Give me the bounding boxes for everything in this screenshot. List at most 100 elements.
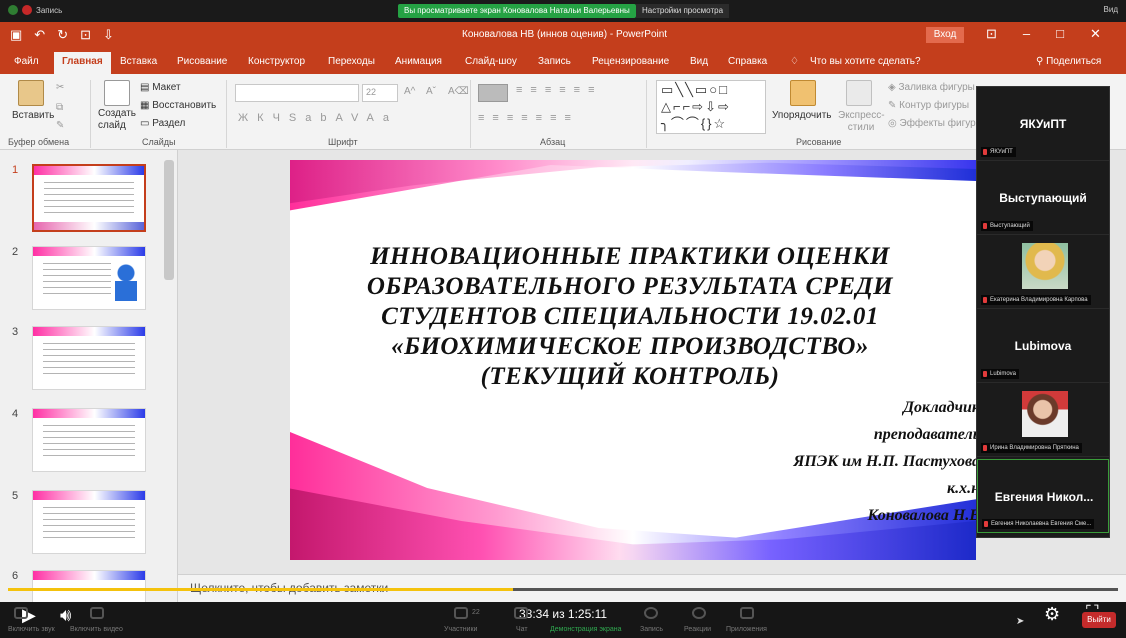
section-button[interactable]: ▭ Раздел [140,118,185,129]
save-icon[interactable]: ▣ [10,27,22,43]
slide-thumbnail-6[interactable] [32,570,146,602]
share-screen-button[interactable]: Демонстрация экрана [550,626,622,633]
participants-button[interactable]: Участники [444,626,477,633]
tab-transitions[interactable]: Переходы [328,56,375,67]
shape-outline-button[interactable]: ✎ Контур фигуры [888,100,969,111]
apps-button[interactable]: Приложения [726,626,767,633]
chat-button[interactable]: Чат [516,626,528,633]
share-button[interactable]: ⚲ Поделиться [1036,56,1101,67]
slide-canvas[interactable]: ИННОВАЦИОННЫЕ ПРАКТИКИ ОЦЕНКИ ОБРАЗОВАТЕ… [290,160,976,560]
slide-thumbnail-1[interactable] [32,164,146,232]
shape-fill-button[interactable]: ◈ Заливка фигуры [888,82,975,93]
new-slide-button[interactable]: Создать слайд [98,108,138,132]
tab-animation[interactable]: Анимация [395,56,442,67]
tab-help[interactable]: Справка [728,56,767,67]
volume-icon[interactable]: 🔊︎ [60,605,71,626]
section-label: Раздел [152,118,186,129]
shrink-font-icon[interactable]: Aˇ [426,86,436,97]
format-painter-icon[interactable]: ✎ [56,120,64,131]
reactions-button[interactable]: Реакции [684,626,711,633]
tab-view[interactable]: Вид [690,56,708,67]
participant-tile[interactable]: Выступающий Выступающий [977,161,1109,235]
mic-icon[interactable] [14,607,28,619]
tab-insert[interactable]: Вставка [120,56,157,67]
paragraph-buttons-top[interactable]: ≡≡≡≡≡≡ [516,84,603,96]
speaker-line: преподаватель [873,426,976,443]
copy-icon[interactable]: ⧉ [56,102,63,113]
slide-thumbnail-3[interactable] [32,326,146,390]
font-format-buttons[interactable]: ЖКЧSabAVAa [238,112,398,124]
slide-thumbnail-4[interactable] [32,408,146,472]
record-button-icon[interactable] [644,607,658,619]
clear-format-icon[interactable]: A⌫ [448,86,469,97]
participant-tile[interactable]: Екатерина Владимировна Карпова [977,235,1109,309]
new-slide-icon[interactable] [104,80,130,106]
presentation-icon[interactable]: ⊡ [80,27,91,43]
video-progress-bar[interactable] [8,588,1118,591]
mascot-image [115,261,137,301]
muted-mic-icon [983,371,987,377]
reactions-icon[interactable] [692,607,706,619]
participant-tile[interactable]: Lubimova Lubimova [977,309,1109,383]
slide-title[interactable]: ИННОВАЦИОННЫЕ ПРАКТИКИ ОЦЕНКИ ОБРАЗОВАТЕ… [330,242,930,392]
thumbnail-number: 3 [12,326,19,338]
font-size-input[interactable]: 22 [362,84,398,102]
speaker-info[interactable]: Докладчик преподаватель ЯПЭК им Н.П. Пас… [580,394,976,529]
paste-button[interactable]: Вставить [12,110,54,121]
tell-me-input[interactable]: Что вы хотите сделать? [810,56,921,67]
slide-thumbnail-5[interactable] [32,490,146,554]
close-icon[interactable]: ✕ [1090,26,1101,42]
tab-slideshow[interactable]: Слайд-шоу [465,56,517,67]
tab-review[interactable]: Рецензирование [592,56,669,67]
settings-icon[interactable]: ⚙ [1044,604,1060,625]
record-button[interactable]: Запись [640,626,663,633]
bullets-icon[interactable] [478,84,508,102]
participant-tile[interactable]: Ирина Владимировна Пряткина [977,383,1109,457]
shapes-gallery[interactable]: ▭╲╲▭○□ △⌐⌐⇨⇩⇨ ╮⌒⌒{}☆ [656,80,766,134]
quick-styles-icon[interactable] [846,80,872,106]
cursor-icon: ➤ [1016,616,1025,627]
cut-icon[interactable]: ✂ [56,82,64,93]
participant-name: Ирина Владимировна Пряткина [990,445,1079,451]
layout-button[interactable]: ▤ Макет [140,82,181,93]
tab-design[interactable]: Конструктор [248,56,305,67]
slide-thumbnail-2[interactable] [32,246,146,310]
tab-draw[interactable]: Рисование [177,56,227,67]
participants-icon[interactable] [454,607,468,619]
paragraph-buttons-bottom[interactable]: ≡≡≡≡≡≡≡ [478,112,579,124]
tab-home[interactable]: Главная [54,52,111,74]
share-label: Поделиться [1046,56,1102,67]
shape-effects-button[interactable]: ◎ Эффекты фигуры [888,118,983,129]
reset-button[interactable]: ▦ Восстановить [140,100,216,111]
maximize-icon[interactable]: □ [1056,26,1064,42]
thumbnail-scrollbar[interactable] [164,160,174,280]
customize-icon[interactable]: ⇩ [103,27,114,43]
tab-file[interactable]: Файл [14,56,39,67]
undo-icon[interactable]: ↶ [34,27,45,43]
font-name-input[interactable] [235,84,359,102]
leave-button[interactable]: Выйти [1082,612,1116,628]
clipboard-icon[interactable] [18,80,44,106]
quick-styles-button[interactable]: Экспресс-стили [838,110,885,134]
camera-icon[interactable] [90,607,104,619]
mute-button[interactable]: Включить звук [8,626,55,633]
record-label: Запись [36,5,63,15]
view-button[interactable]: Вид [1104,5,1118,14]
minimize-icon[interactable]: – [1023,26,1030,42]
apps-icon[interactable] [740,607,754,619]
participant-video [1022,391,1068,437]
video-button[interactable]: Включить видео [70,626,123,633]
participant-tile[interactable]: ЯКУиПТ ЯКУиПТ [977,87,1109,161]
participant-tile-active[interactable]: Евгения Никол... Евгения Николаевна Евге… [977,459,1109,533]
login-button[interactable]: Вход [926,27,964,43]
redo-icon[interactable]: ↻ [57,27,68,43]
chat-icon[interactable] [514,607,528,619]
tab-record[interactable]: Запись [538,56,571,67]
ribbon-display-icon[interactable]: ⊡ [986,26,997,42]
arrange-button[interactable]: Упорядочить [772,110,832,121]
arrange-icon[interactable] [790,80,816,106]
view-settings-button[interactable]: Настройки просмотра [636,4,730,18]
person-icon: ⚲ [1036,56,1047,67]
grow-font-icon[interactable]: A^ [404,86,415,97]
participant-name-tag: Lubimova [981,369,1020,379]
